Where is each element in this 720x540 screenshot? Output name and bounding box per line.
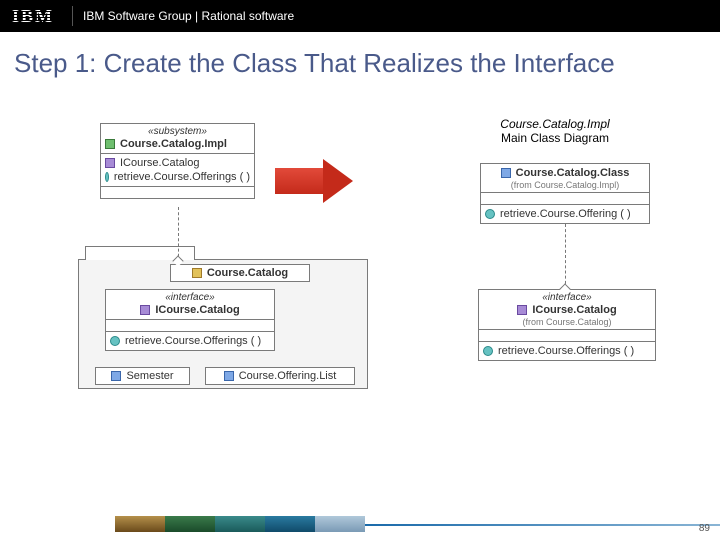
- header-divider: [72, 6, 73, 26]
- subsystem-stereotype: «subsystem»: [105, 126, 250, 137]
- uml-offering-list: Course.Offering.List: [205, 367, 355, 385]
- uml-icatalog-right: «interface» ICourse.Catalog (from Course…: [478, 289, 656, 361]
- operation-icon: [105, 172, 109, 182]
- caption-line1: Course.Catalog.Impl: [455, 117, 655, 131]
- realization-connector-right: [565, 224, 566, 289]
- operation-icon: [483, 346, 493, 356]
- package-name: Course.Catalog: [207, 267, 288, 279]
- header-bar: IBM IBM Software Group | Rational softwa…: [0, 0, 720, 32]
- component-icon: [105, 139, 115, 149]
- semester-name: Semester: [126, 370, 173, 382]
- impl-class-from: (from Course.Catalog.Impl): [485, 180, 645, 190]
- dependency-connector-left: [178, 207, 179, 262]
- class-icon: [111, 371, 121, 381]
- uml-semester: Semester: [95, 367, 190, 385]
- footer-rule: [365, 524, 720, 526]
- icatalog-left-op: retrieve.Course.Offerings ( ): [125, 335, 261, 347]
- caption-line2: Main Class Diagram: [455, 131, 655, 145]
- class-icon: [501, 168, 511, 178]
- diagram-canvas: Course.Catalog.Impl Main Class Diagram «…: [0, 89, 720, 499]
- impl-class-name: Course.Catalog.Class: [516, 167, 630, 179]
- operation-icon: [110, 336, 120, 346]
- icatalog-name: ICourse.Catalog: [532, 304, 616, 316]
- highlight-arrow-icon: [275, 159, 353, 203]
- subsystem-provides: ICourse.Catalog: [120, 157, 200, 169]
- icatalog-op: retrieve.Course.Offerings ( ): [498, 345, 634, 357]
- uml-icatalog-left: «interface» ICourse.Catalog retrieve.Cou…: [105, 289, 275, 351]
- operation-icon: [485, 209, 495, 219]
- uml-impl-class: Course.Catalog.Class (from Course.Catalo…: [480, 163, 650, 224]
- ibm-logo: IBM: [12, 6, 54, 27]
- page-title: Step 1: Create the Class That Realizes t…: [0, 32, 720, 89]
- subsystem-op: retrieve.Course.Offerings ( ): [114, 171, 250, 183]
- breadcrumb: IBM Software Group | Rational software: [83, 9, 294, 23]
- diagram-caption: Course.Catalog.Impl Main Class Diagram: [455, 117, 655, 145]
- page-number: 89: [699, 523, 710, 534]
- footer: 89: [0, 514, 720, 540]
- offeringlist-name: Course.Offering.List: [239, 370, 337, 382]
- class-icon: [224, 371, 234, 381]
- icatalog-left-stereo: «interface»: [110, 292, 270, 303]
- icatalog-left-name: ICourse.Catalog: [155, 304, 239, 316]
- interface-icon: [140, 305, 150, 315]
- package-icon: [192, 268, 202, 278]
- interface-icon: [105, 158, 115, 168]
- footer-image-strip: [115, 516, 365, 532]
- uml-subsystem: «subsystem» Course.Catalog.Impl ICourse.…: [100, 123, 255, 199]
- impl-class-op: retrieve.Course.Offering ( ): [500, 208, 631, 220]
- icatalog-stereotype: «interface»: [483, 292, 651, 303]
- subsystem-name: Course.Catalog.Impl: [120, 138, 227, 150]
- icatalog-from: (from Course.Catalog): [483, 317, 651, 327]
- interface-icon: [517, 305, 527, 315]
- uml-package-label: Course.Catalog: [170, 264, 310, 282]
